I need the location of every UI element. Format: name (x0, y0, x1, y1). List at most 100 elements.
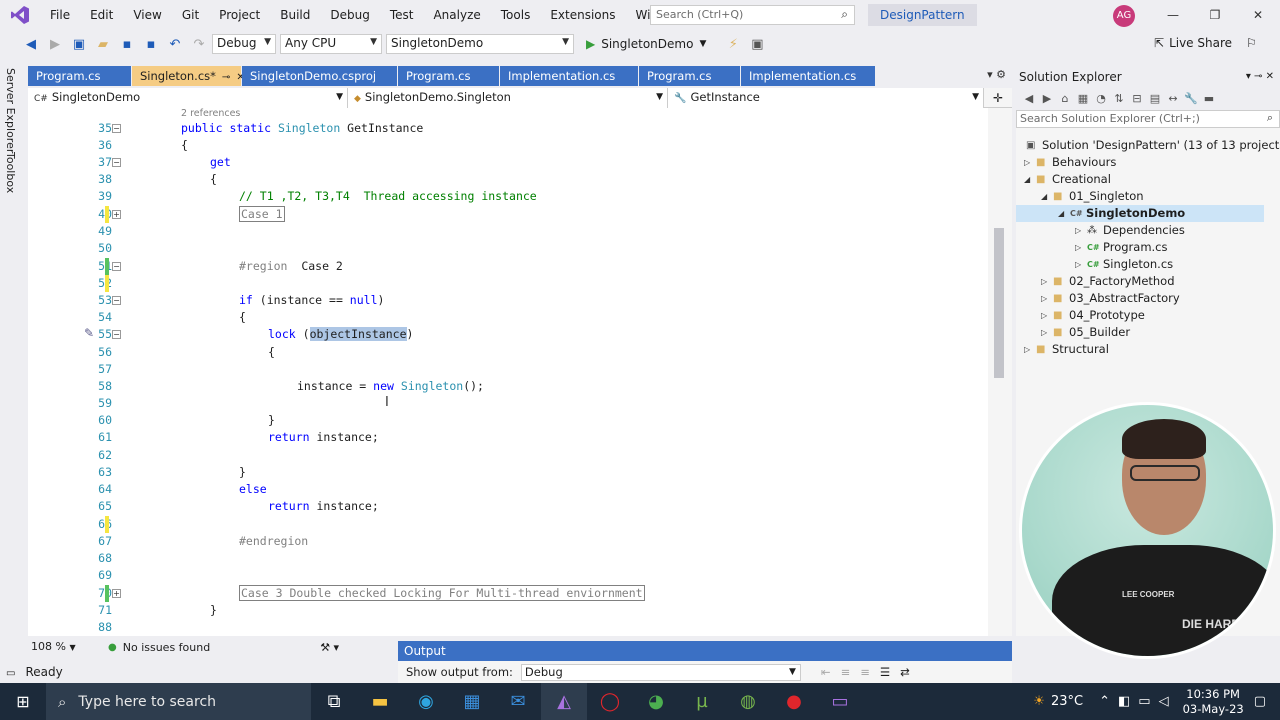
expand-arrow-icon[interactable]: ▷ (1024, 154, 1036, 171)
mail-icon[interactable]: ✉ (495, 683, 541, 720)
save-all-icon[interactable]: ▪ (140, 33, 162, 55)
visual-studio-logo-icon[interactable] (0, 0, 40, 30)
scrollbar-thumb[interactable] (994, 228, 1004, 378)
sync-icon[interactable]: ⇅ (1110, 92, 1128, 105)
collapse-icon[interactable]: − (112, 296, 121, 305)
avatar[interactable]: AG (1113, 5, 1135, 27)
chevron-up-icon[interactable]: ⌃ (1099, 694, 1110, 709)
tree-item-02-factorymethod[interactable]: ▷ ■ 02_FactoryMethod (1041, 273, 1175, 290)
edge-icon[interactable]: ◉ (403, 683, 449, 720)
run-button[interactable]: ▶ SingletonDemo ▼ (586, 37, 706, 51)
store-icon[interactable]: ▦ (449, 683, 495, 720)
live-share-button[interactable]: ⇱ Live Share ⚐ (1154, 36, 1257, 50)
startup-project-dropdown[interactable]: SingletonDemo ▼ (386, 34, 574, 54)
menu-file[interactable]: File (40, 0, 80, 30)
pin-icon[interactable]: ⊸ (222, 72, 230, 83)
utorrent-icon[interactable]: µ (679, 683, 725, 720)
tab-implementation-cs-2[interactable]: Implementation.cs (741, 66, 876, 86)
menu-project[interactable]: Project (209, 0, 270, 30)
back-icon[interactable]: ◀ (1020, 92, 1038, 105)
expand-icon[interactable]: + (112, 210, 121, 219)
output-source-dropdown[interactable]: Debug ▼ (520, 663, 801, 681)
clear-output-icon[interactable]: ☰ (880, 665, 890, 679)
menu-build[interactable]: Build (270, 0, 320, 30)
save-icon[interactable]: ▪ (116, 33, 138, 55)
tab-singleton-cs[interactable]: Singleton.cs* ⊸ ✕ (132, 66, 245, 86)
clock[interactable]: 10:36 PM 03-May-23 (1183, 687, 1244, 717)
expand-arrow-icon[interactable]: ▷ (1075, 222, 1087, 239)
next-message-icon[interactable]: ≡ (860, 665, 870, 679)
editor-scrollbar[interactable] (988, 108, 1012, 636)
tab-implementation-cs[interactable]: Implementation.cs (500, 66, 639, 86)
menu-debug[interactable]: Debug (320, 0, 379, 30)
find-message-icon[interactable]: ⇤ (821, 665, 831, 679)
word-wrap-icon[interactable]: ⇄ (900, 665, 910, 679)
windows-start-icon[interactable]: ⊞ (0, 683, 46, 720)
pending-changes-icon[interactable]: ◔ (1092, 92, 1110, 105)
solution-search-input[interactable]: Search Solution Explorer (Ctrl+;) ⌕ (1016, 110, 1280, 128)
open-file-icon[interactable]: ▰ (92, 33, 114, 55)
terminal-icon[interactable]: ▭ (817, 683, 863, 720)
forward-icon[interactable]: ▶ (1038, 92, 1056, 105)
volume-icon[interactable]: ◁ (1159, 694, 1169, 709)
menu-view[interactable]: View (123, 0, 171, 30)
close-icon[interactable]: ✕ (1243, 4, 1273, 26)
undo-icon[interactable]: ↶ (164, 33, 186, 55)
tree-item-singletondemo[interactable]: ◢ C# SingletonDemo (1016, 205, 1264, 222)
menu-git[interactable]: Git (172, 0, 209, 30)
switch-views-icon[interactable]: ▦ (1074, 92, 1092, 105)
preview-icon[interactable]: ↔ (1164, 92, 1182, 105)
task-view-icon[interactable]: ⧉ (311, 683, 357, 720)
code-lens-references[interactable]: 2 references (181, 108, 240, 119)
show-all-files-icon[interactable]: ▤ (1146, 92, 1164, 105)
expand-arrow-icon[interactable]: ▷ (1024, 341, 1036, 358)
toolbox-tab[interactable]: Toolbox (4, 152, 17, 193)
tab-overflow-icons[interactable]: ▾ ⚙ (987, 68, 1006, 81)
expand-icon[interactable]: + (112, 589, 121, 598)
search-input[interactable]: Search (Ctrl+Q) ⌕ (650, 5, 855, 25)
android-icon[interactable]: ◍ (725, 683, 771, 720)
collapse-arrow-icon[interactable]: ◢ (1041, 188, 1053, 205)
maximize-icon[interactable]: ❐ (1200, 4, 1230, 26)
collapse-arrow-icon[interactable]: ◢ (1058, 205, 1070, 222)
weather-icon[interactable]: ☀ (1033, 694, 1045, 709)
battery-icon[interactable]: ▭ (1138, 694, 1150, 709)
quick-actions-brush-icon[interactable]: ✎ (84, 326, 94, 340)
collapse-arrow-icon[interactable]: ◢ (1024, 171, 1036, 188)
tab-program-cs[interactable]: Program.cs (28, 66, 132, 86)
expand-arrow-icon[interactable]: ▷ (1041, 324, 1053, 341)
collapse-icon[interactable]: − (112, 262, 121, 271)
split-editor-icon[interactable]: ✛ (984, 88, 1012, 107)
tree-item-04-prototype[interactable]: ▷ ■ 04_Prototype (1041, 307, 1145, 324)
expand-arrow-icon[interactable]: ▷ (1075, 239, 1087, 256)
tree-item-behaviours[interactable]: ▷ ■ Behaviours (1024, 154, 1116, 171)
recorder-icon[interactable]: ● (771, 683, 817, 720)
collapse-icon[interactable]: − (112, 158, 121, 167)
forward-icon[interactable]: ▶ (44, 33, 66, 55)
feedback-icon[interactable]: ⚐ (1246, 36, 1257, 50)
collapse-icon[interactable]: − (112, 124, 121, 133)
menu-extensions[interactable]: Extensions (540, 0, 625, 30)
network-icon[interactable]: ◧ (1118, 694, 1130, 709)
clear-all-icon[interactable]: ≡ (841, 665, 851, 679)
server-explorer-tab[interactable]: Server Explorer (4, 68, 17, 153)
code-cleanup-icon[interactable]: ⚒ ▾ (320, 641, 339, 654)
menu-analyze[interactable]: Analyze (423, 0, 490, 30)
file-explorer-icon[interactable]: ▬ (357, 683, 403, 720)
tree-item-structural[interactable]: ▷ ■ Structural (1024, 341, 1109, 358)
zoom-dropdown[interactable]: 108 % ▼ (28, 639, 84, 655)
platform-dropdown[interactable]: Any CPU ▼ (280, 34, 382, 54)
new-project-icon[interactable]: ▣ (68, 33, 90, 55)
back-icon[interactable]: ◀ (20, 33, 42, 55)
type-dropdown[interactable]: ◆ SingletonDemo.Singleton ▼ (348, 88, 668, 108)
tree-item-01-singleton[interactable]: ◢ ■ 01_Singleton (1041, 188, 1144, 205)
minimize-icon[interactable]: — (1158, 4, 1188, 26)
tree-item-singleton-cs[interactable]: ▷ C# Singleton.cs (1075, 256, 1173, 273)
minimize-icon[interactable]: ▬ (1200, 92, 1218, 105)
project-dropdown[interactable]: C# SingletonDemo ▼ (28, 88, 348, 108)
tab-program-cs-2[interactable]: Program.cs (398, 66, 500, 86)
collapse-icon[interactable]: − (112, 330, 121, 339)
expand-arrow-icon[interactable]: ▷ (1075, 256, 1087, 273)
expand-arrow-icon[interactable]: ▷ (1041, 307, 1053, 324)
visual-studio-taskbar-icon[interactable]: ◭ (541, 683, 587, 720)
